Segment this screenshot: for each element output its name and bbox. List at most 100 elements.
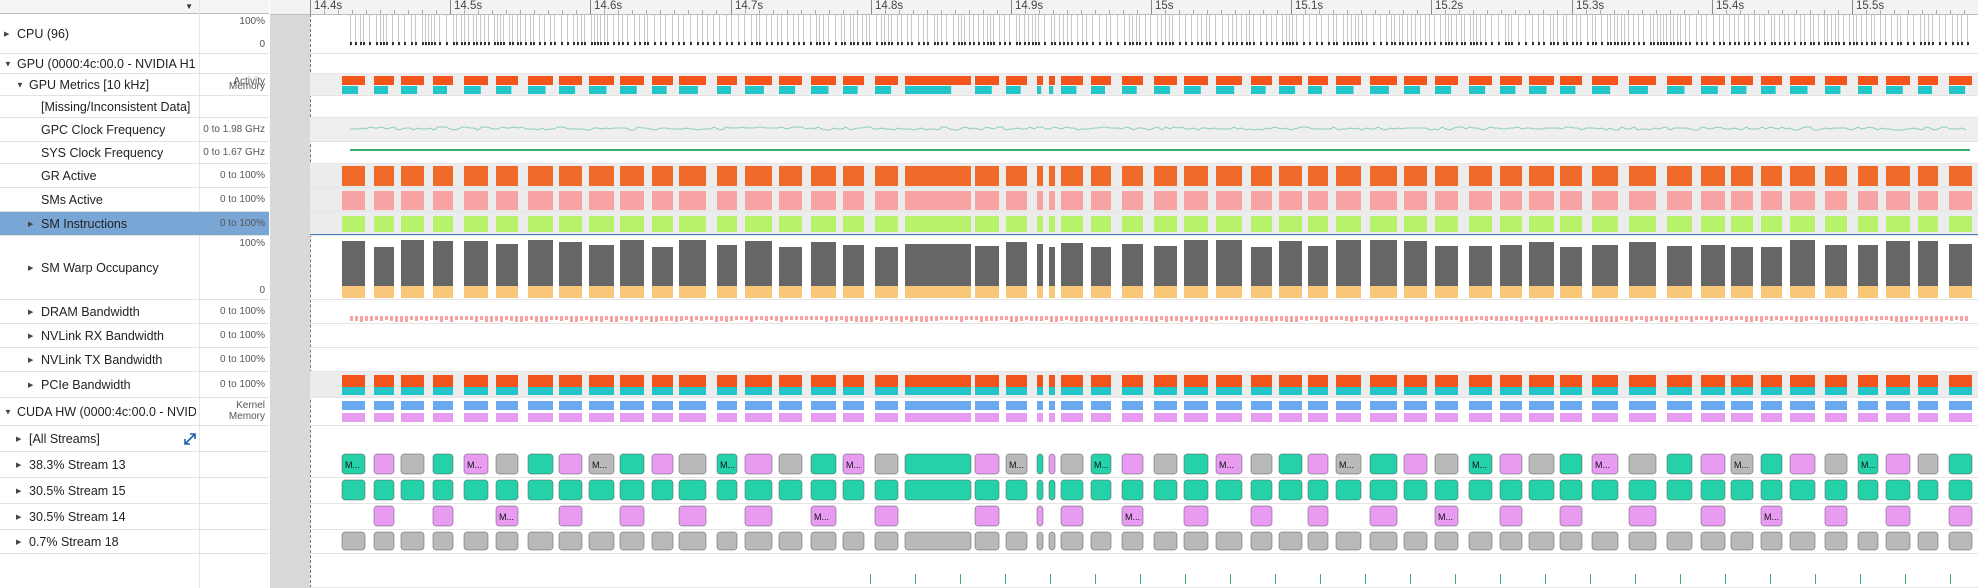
track-row[interactable]: SMs Active 0 to 100% — [0, 188, 269, 212]
sm-warp-occupancy-track[interactable] — [310, 236, 1978, 300]
sys-clock-track[interactable] — [310, 142, 1978, 164]
memory-bar — [1667, 86, 1685, 94]
track-row[interactable]: GR Active 0 to 100% — [0, 164, 269, 188]
dram-bar — [905, 316, 908, 320]
expand-triangle-icon[interactable]: ▶ — [28, 332, 33, 340]
dram-bar — [970, 316, 973, 320]
instr-bar — [1667, 216, 1692, 232]
expand-triangle-icon[interactable]: ▶ — [28, 381, 33, 389]
expand-triangle-icon[interactable]: ▶ — [16, 513, 21, 521]
instr-bar — [1154, 216, 1177, 232]
missing-data-track[interactable] — [310, 96, 1978, 118]
track-row[interactable]: GPC Clock Frequency 0 to 1.98 GHz — [0, 118, 269, 142]
cpu-sample — [1303, 42, 1305, 45]
memory-bar — [745, 86, 764, 94]
track-row[interactable]: [Missing/Inconsistent Data] — [0, 96, 269, 118]
kernel-tick — [1950, 574, 1951, 584]
activity-bar — [528, 76, 553, 85]
nvlink-rx-track[interactable] — [310, 324, 1978, 348]
gpc-clock-track[interactable] — [310, 118, 1978, 142]
cpu-usage-track[interactable] — [310, 14, 1978, 54]
kernel-tick — [1230, 574, 1231, 584]
track-row[interactable]: ▶ [All Streams] — [0, 426, 269, 452]
cpu-sample — [1253, 42, 1255, 45]
dram-bar — [950, 316, 953, 320]
expand-triangle-icon[interactable]: ▶ — [16, 461, 21, 469]
dram-bar — [395, 316, 398, 322]
dram-bar — [1565, 316, 1568, 320]
cpu-sample — [1485, 15, 1486, 46]
cpu-sample — [907, 15, 908, 46]
track-row[interactable]: ▼ GPU (0000:4c:00.0 - NVIDIA H100 — [0, 54, 269, 74]
expand-triangle-icon[interactable]: ▶ — [16, 435, 21, 443]
cpu-sample — [1779, 42, 1781, 45]
track-row[interactable]: ▶ 30.5% Stream 14 — [0, 504, 269, 530]
cpu-sample — [1771, 15, 1772, 46]
sm-instructions-track[interactable] — [310, 212, 1978, 236]
track-row[interactable]: ▶ SM Warp Occupancy 100% 0 — [0, 236, 269, 300]
expand-triangle-icon[interactable]: ▶ — [28, 220, 33, 228]
cpu-sample — [1276, 42, 1278, 45]
pcie-bandwidth-track[interactable] — [310, 372, 1978, 398]
expand-triangle-icon[interactable]: ▶ — [16, 487, 21, 495]
gpu-metrics-track[interactable] — [310, 74, 1978, 96]
kernel-block — [1857, 479, 1879, 501]
cpu-sample — [476, 42, 478, 45]
dram-bar — [1355, 316, 1358, 321]
cpu-sample — [1643, 15, 1644, 46]
track-row[interactable]: ▶ 38.3% Stream 13 — [0, 452, 269, 478]
cpu-sample — [1928, 42, 1930, 45]
nvlink-tx-track[interactable] — [310, 348, 1978, 372]
memory-bar — [1251, 86, 1266, 94]
dram-bandwidth-track[interactable] — [310, 300, 1978, 324]
stream-18-track[interactable] — [310, 554, 1978, 588]
track-row[interactable]: SYS Clock Frequency 0 to 1.67 GHz — [0, 142, 269, 164]
expand-arrows-icon[interactable] — [184, 432, 196, 445]
lane-background — [310, 118, 1978, 142]
kernel-activity-bar — [1790, 401, 1815, 410]
stream-14-track[interactable] — [310, 530, 1978, 554]
kernel-block — [1153, 453, 1178, 475]
track-row[interactable]: ▶ DRAM Bandwidth 0 to 100% — [0, 300, 269, 324]
dram-bar — [965, 316, 968, 320]
gpu-header-track[interactable] — [310, 54, 1978, 74]
expand-triangle-icon[interactable]: ▶ — [28, 308, 33, 316]
time-ruler[interactable]: 14.4s 14.5s 14.6s 14.7s 14.8s 14.9s 15s 15.1s 15… — [270, 0, 1978, 15]
collapse-triangle-icon[interactable]: ▼ — [4, 407, 12, 416]
timeline-tracks[interactable]: M... M... M... M... M... M... M... M... M... M...… — [310, 14, 1978, 588]
track-row[interactable]: ▼ GPU Metrics [10 kHz] Activity Memory — [0, 74, 269, 96]
track-row[interactable]: ▶ NVLink TX Bandwidth 0 to 100% — [0, 348, 269, 372]
cpu-sample — [1804, 42, 1806, 45]
track-row[interactable]: ▶ NVLink RX Bandwidth 0 to 100% — [0, 324, 269, 348]
collapse-triangle-icon[interactable]: ▼ — [16, 80, 24, 89]
track-row[interactable]: ▼ CUDA HW (0000:4c:00.0 - NVIDIA I Kernel M… — [0, 398, 269, 426]
row-filter-dropdown[interactable]: ▼ — [0, 0, 199, 14]
track-row[interactable]: ▶ 0.7% Stream 18 — [0, 530, 269, 554]
track-row[interactable]: ▶ SM Instructions 0 to 100% — [0, 212, 269, 236]
kernel-block — [1700, 479, 1726, 501]
cpu-sample — [488, 42, 490, 45]
gr-active-track[interactable] — [310, 164, 1978, 188]
kernel-activity-bar — [1918, 401, 1938, 410]
cuda-hw-track[interactable] — [310, 398, 1978, 426]
expand-triangle-icon[interactable]: ▶ — [28, 264, 33, 272]
stream-15-track[interactable]: M... M... M... M... M... — [310, 504, 1978, 530]
expand-triangle-icon[interactable]: ▶ — [28, 356, 33, 364]
expand-triangle-icon[interactable]: ▶ — [4, 30, 9, 38]
collapse-triangle-icon[interactable]: ▼ — [4, 59, 12, 68]
sms-active-track[interactable] — [310, 188, 1978, 212]
stream-13-track[interactable] — [310, 478, 1978, 504]
expand-triangle-icon[interactable]: ▶ — [16, 538, 21, 546]
track-row[interactable]: ▶ CPU (96) 100% 0 — [0, 14, 269, 54]
activity-bar — [1886, 76, 1910, 85]
track-row[interactable]: ▶ 30.5% Stream 15 — [0, 478, 269, 504]
all-streams-track[interactable]: M... M... M... M... M... M... M... M... M... M...… — [310, 452, 1978, 478]
cpu-sample — [1132, 15, 1133, 46]
track-row[interactable]: ▶ PCIe Bandwidth 0 to 100% — [0, 372, 269, 398]
dram-bar — [1805, 316, 1808, 321]
pcie-bar — [875, 375, 898, 387]
dram-bar — [1445, 316, 1448, 320]
dram-bar — [1055, 316, 1058, 322]
activity-bar — [1154, 76, 1177, 85]
dram-bar — [1280, 316, 1283, 321]
